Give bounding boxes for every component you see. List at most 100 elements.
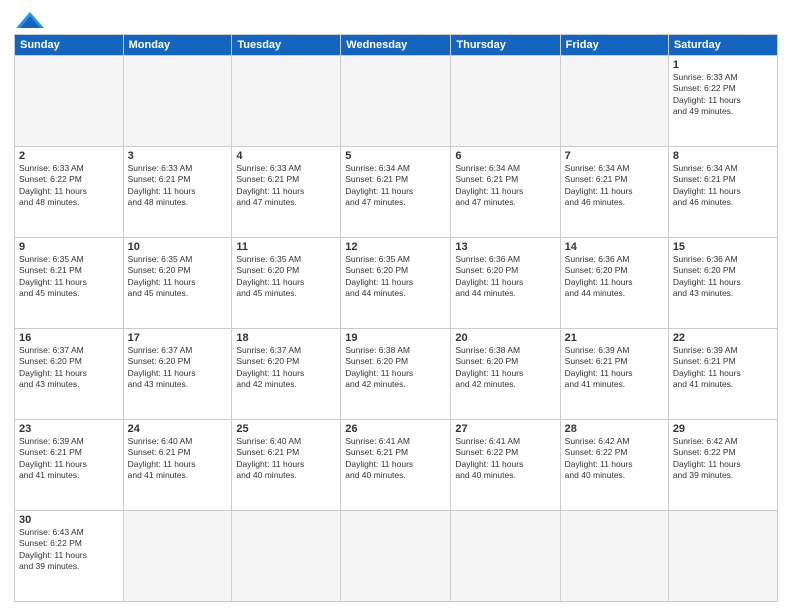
day-info: Sunrise: 6:37 AM Sunset: 6:20 PM Dayligh…: [236, 345, 336, 391]
day-info: Sunrise: 6:42 AM Sunset: 6:22 PM Dayligh…: [565, 436, 664, 482]
day-info: Sunrise: 6:35 AM Sunset: 6:20 PM Dayligh…: [345, 254, 446, 300]
calendar-cell: [341, 511, 451, 602]
day-info: Sunrise: 6:33 AM Sunset: 6:21 PM Dayligh…: [236, 163, 336, 209]
header: [14, 10, 778, 26]
day-info: Sunrise: 6:36 AM Sunset: 6:20 PM Dayligh…: [455, 254, 555, 300]
calendar-cell: 7Sunrise: 6:34 AM Sunset: 6:21 PM Daylig…: [560, 147, 668, 238]
day-info: Sunrise: 6:34 AM Sunset: 6:21 PM Dayligh…: [345, 163, 446, 209]
week-row-4: 16 Sunrise: 6:37 AM Sunset: 6:20 PM Dayli…: [15, 329, 778, 420]
calendar-cell: [451, 511, 560, 602]
day-info: Sunrise: 6:39 AM Sunset: 6:21 PM Dayligh…: [19, 436, 119, 482]
day-info: Sunrise: 6:33 AM Sunset: 6:22 PM Dayligh…: [19, 163, 119, 209]
day-number: 29: [673, 423, 773, 435]
header-day-thursday: Thursday: [451, 35, 560, 56]
header-day-tuesday: Tuesday: [232, 35, 341, 56]
day-number: 18: [236, 332, 336, 344]
day-number: 11: [236, 241, 336, 253]
day-info: Sunrise: 6:33 AM Sunset: 6:22 PM Dayligh…: [673, 72, 773, 118]
day-number: 21: [565, 332, 664, 344]
calendar-cell: 3Sunrise: 6:33 AM Sunset: 6:21 PM Daylig…: [123, 147, 232, 238]
calendar-cell: [451, 56, 560, 147]
calendar-cell: 8Sunrise: 6:34 AM Sunset: 6:21 PM Daylig…: [668, 147, 777, 238]
header-day-sunday: Sunday: [15, 35, 124, 56]
logo: [14, 10, 44, 26]
calendar-cell: 14Sunrise: 6:36 AM Sunset: 6:20 PM Dayli…: [560, 238, 668, 329]
day-number: 1: [673, 59, 773, 71]
calendar-cell: [668, 511, 777, 602]
logo-icon: [16, 10, 44, 30]
day-number: 26: [345, 423, 446, 435]
calendar-cell: 26Sunrise: 6:41 AM Sunset: 6:21 PM Dayli…: [341, 420, 451, 511]
calendar-cell: [560, 511, 668, 602]
calendar-cell: 21Sunrise: 6:39 AM Sunset: 6:21 PM Dayli…: [560, 329, 668, 420]
day-info: Sunrise: 6:43 AM Sunset: 6:22 PM Dayligh…: [19, 527, 119, 573]
calendar-cell: 13Sunrise: 6:36 AM Sunset: 6:20 PM Dayli…: [451, 238, 560, 329]
day-info: Sunrise: 6:38 AM Sunset: 6:20 PM Dayligh…: [345, 345, 446, 391]
calendar-cell: 30Sunrise: 6:43 AM Sunset: 6:22 PM Dayli…: [15, 511, 124, 602]
day-info: Sunrise: 6:40 AM Sunset: 6:21 PM Dayligh…: [236, 436, 336, 482]
day-number: 5: [345, 150, 446, 162]
week-row-1: 1Sunrise: 6:33 AM Sunset: 6:22 PM Daylig…: [15, 56, 778, 147]
day-info: Sunrise: 6:34 AM Sunset: 6:21 PM Dayligh…: [565, 163, 664, 209]
calendar-cell: [15, 56, 124, 147]
day-number: 6: [455, 150, 555, 162]
day-number: 23: [19, 423, 119, 435]
day-number: 13: [455, 241, 555, 253]
calendar-cell: 6Sunrise: 6:34 AM Sunset: 6:21 PM Daylig…: [451, 147, 560, 238]
calendar-table: SundayMondayTuesdayWednesdayThursdayFrid…: [14, 34, 778, 602]
day-info: Sunrise: 6:33 AM Sunset: 6:21 PM Dayligh…: [128, 163, 228, 209]
day-number: 9: [19, 241, 119, 253]
day-info: Sunrise: 6:41 AM Sunset: 6:21 PM Dayligh…: [345, 436, 446, 482]
day-info: Sunrise: 6:34 AM Sunset: 6:21 PM Dayligh…: [673, 163, 773, 209]
day-number: 22: [673, 332, 773, 344]
calendar-cell: 24Sunrise: 6:40 AM Sunset: 6:21 PM Dayli…: [123, 420, 232, 511]
calendar-cell: 11Sunrise: 6:35 AM Sunset: 6:20 PM Dayli…: [232, 238, 341, 329]
day-number: 30: [19, 514, 119, 526]
day-number: 8: [673, 150, 773, 162]
calendar-cell: 25Sunrise: 6:40 AM Sunset: 6:21 PM Dayli…: [232, 420, 341, 511]
day-number: 3: [128, 150, 228, 162]
calendar-cell: [341, 56, 451, 147]
calendar-cell: 5Sunrise: 6:34 AM Sunset: 6:21 PM Daylig…: [341, 147, 451, 238]
header-day-monday: Monday: [123, 35, 232, 56]
day-number: 17: [128, 332, 228, 344]
calendar-cell: [123, 56, 232, 147]
day-number: 28: [565, 423, 664, 435]
calendar-cell: 16Sunrise: 6:37 AM Sunset: 6:20 PM Dayli…: [15, 329, 124, 420]
calendar-cell: 10Sunrise: 6:35 AM Sunset: 6:20 PM Dayli…: [123, 238, 232, 329]
calendar-cell: 22Sunrise: 6:39 AM Sunset: 6:21 PM Dayli…: [668, 329, 777, 420]
day-info: Sunrise: 6:35 AM Sunset: 6:20 PM Dayligh…: [236, 254, 336, 300]
day-info: Sunrise: 6:37 AM Sunset: 6:20 PM Dayligh…: [128, 345, 228, 391]
day-number: 14: [565, 241, 664, 253]
calendar-cell: [560, 56, 668, 147]
header-day-friday: Friday: [560, 35, 668, 56]
calendar-cell: [232, 511, 341, 602]
day-info: Sunrise: 6:38 AM Sunset: 6:20 PM Dayligh…: [455, 345, 555, 391]
calendar-cell: 23Sunrise: 6:39 AM Sunset: 6:21 PM Dayli…: [15, 420, 124, 511]
day-number: 10: [128, 241, 228, 253]
week-row-3: 9Sunrise: 6:35 AM Sunset: 6:21 PM Daylig…: [15, 238, 778, 329]
day-number: 19: [345, 332, 446, 344]
calendar-cell: 17Sunrise: 6:37 AM Sunset: 6:20 PM Dayli…: [123, 329, 232, 420]
day-number: 2: [19, 150, 119, 162]
page: SundayMondayTuesdayWednesdayThursdayFrid…: [0, 0, 792, 612]
day-info: Sunrise: 6:39 AM Sunset: 6:21 PM Dayligh…: [565, 345, 664, 391]
header-day-wednesday: Wednesday: [341, 35, 451, 56]
day-number: 15: [673, 241, 773, 253]
day-number: 12: [345, 241, 446, 253]
day-info: Sunrise: 6:36 AM Sunset: 6:20 PM Dayligh…: [565, 254, 664, 300]
calendar-cell: 18Sunrise: 6:37 AM Sunset: 6:20 PM Dayli…: [232, 329, 341, 420]
day-number: 16: [19, 332, 119, 344]
calendar-cell: 1Sunrise: 6:33 AM Sunset: 6:22 PM Daylig…: [668, 56, 777, 147]
calendar-cell: 2Sunrise: 6:33 AM Sunset: 6:22 PM Daylig…: [15, 147, 124, 238]
day-number: 24: [128, 423, 228, 435]
day-number: 25: [236, 423, 336, 435]
day-number: 20: [455, 332, 555, 344]
week-row-5: 23Sunrise: 6:39 AM Sunset: 6:21 PM Dayli…: [15, 420, 778, 511]
calendar-cell: 12Sunrise: 6:35 AM Sunset: 6:20 PM Dayli…: [341, 238, 451, 329]
day-info: Sunrise: 6:41 AM Sunset: 6:22 PM Dayligh…: [455, 436, 555, 482]
day-info: Sunrise: 6:42 AM Sunset: 6:22 PM Dayligh…: [673, 436, 773, 482]
calendar-cell: [232, 56, 341, 147]
day-number: 27: [455, 423, 555, 435]
calendar-cell: 27Sunrise: 6:41 AM Sunset: 6:22 PM Dayli…: [451, 420, 560, 511]
